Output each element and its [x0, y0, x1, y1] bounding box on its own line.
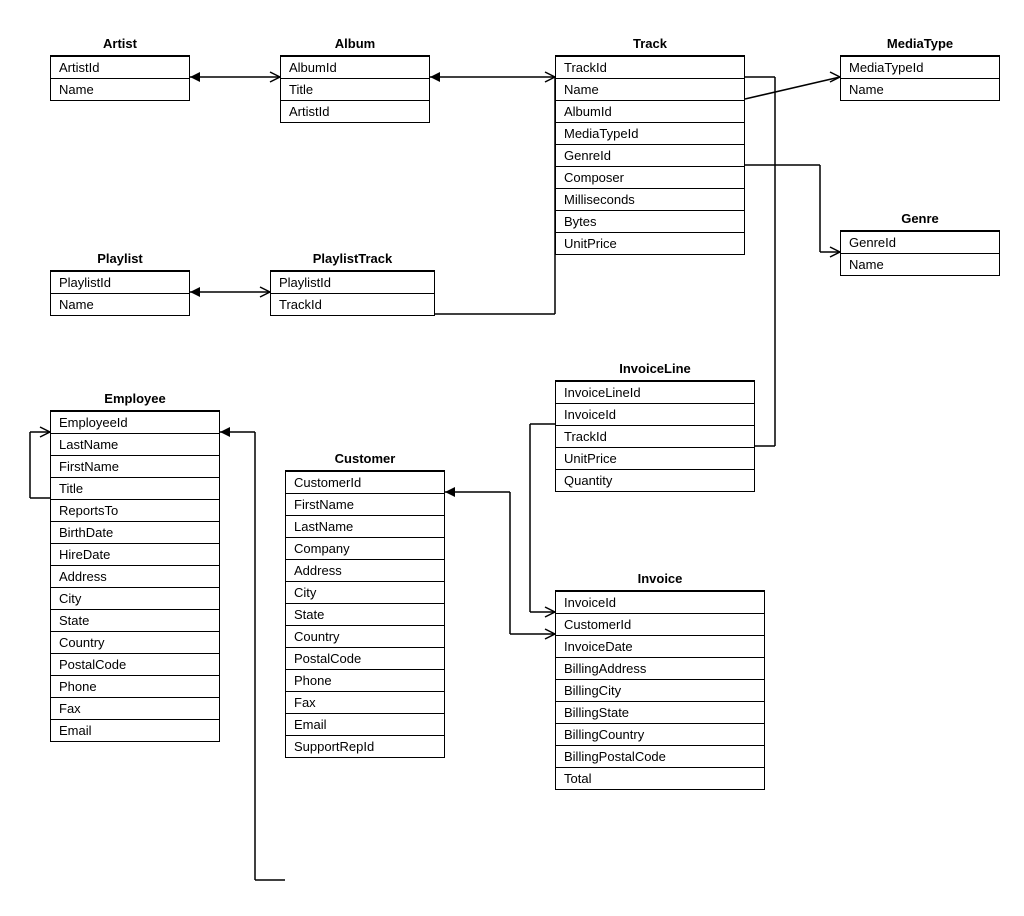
genre-field-name: Name	[841, 253, 999, 275]
employee-field-city: City	[51, 587, 219, 609]
employee-field-employeeid: EmployeeId	[51, 411, 219, 433]
invoiceline-field-quantity: Quantity	[556, 469, 754, 491]
genre-field-genreid: GenreId	[841, 231, 999, 253]
employee-field-birthdate: BirthDate	[51, 521, 219, 543]
track-field-composer: Composer	[556, 166, 744, 188]
playlisttrack-field-trackid: TrackId	[271, 293, 434, 315]
track-field-mediatypeid: MediaTypeId	[556, 122, 744, 144]
album-table: Album AlbumId Title ArtistId	[280, 55, 430, 123]
mediatype-field-mediatypeid: MediaTypeId	[841, 56, 999, 78]
employee-field-state: State	[51, 609, 219, 631]
customer-field-company: Company	[286, 537, 444, 559]
employee-field-title: Title	[51, 477, 219, 499]
artist-title: Artist	[51, 34, 189, 53]
employee-title: Employee	[51, 389, 219, 408]
customer-field-supportrepid: SupportRepId	[286, 735, 444, 757]
genre-title: Genre	[841, 209, 999, 228]
employee-field-hiredate: HireDate	[51, 543, 219, 565]
invoiceline-title: InvoiceLine	[556, 359, 754, 378]
track-field-trackid: TrackId	[556, 56, 744, 78]
invoiceline-field-invoicelineid: InvoiceLineId	[556, 381, 754, 403]
employee-field-firstname: FirstName	[51, 455, 219, 477]
customer-field-fax: Fax	[286, 691, 444, 713]
invoiceline-field-invoiceid: InvoiceId	[556, 403, 754, 425]
playlist-field-name: Name	[51, 293, 189, 315]
album-field-albumid: AlbumId	[281, 56, 429, 78]
invoice-field-billingpostalcode: BillingPostalCode	[556, 745, 764, 767]
artist-field-name: Name	[51, 78, 189, 100]
invoice-field-billingstate: BillingState	[556, 701, 764, 723]
customer-field-firstname: FirstName	[286, 493, 444, 515]
customer-field-state: State	[286, 603, 444, 625]
artist-table: Artist ArtistId Name	[50, 55, 190, 101]
mediatype-title: MediaType	[841, 34, 999, 53]
genre-table: Genre GenreId Name	[840, 230, 1000, 276]
playlist-title: Playlist	[51, 249, 189, 268]
track-field-milliseconds: Milliseconds	[556, 188, 744, 210]
track-table: Track TrackId Name AlbumId MediaTypeId G…	[555, 55, 745, 255]
invoice-field-customerid: CustomerId	[556, 613, 764, 635]
erd-diagram: Artist ArtistId Name Album AlbumId Title…	[0, 0, 1024, 916]
customer-field-country: Country	[286, 625, 444, 647]
invoice-title: Invoice	[556, 569, 764, 588]
invoice-field-total: Total	[556, 767, 764, 789]
mediatype-field-name: Name	[841, 78, 999, 100]
invoice-table: Invoice InvoiceId CustomerId InvoiceDate…	[555, 590, 765, 790]
invoice-field-billingcountry: BillingCountry	[556, 723, 764, 745]
playlisttrack-title: PlaylistTrack	[271, 249, 434, 268]
employee-field-email: Email	[51, 719, 219, 741]
playlisttrack-field-playlistid: PlaylistId	[271, 271, 434, 293]
invoiceline-table: InvoiceLine InvoiceLineId InvoiceId Trac…	[555, 380, 755, 492]
customer-field-address: Address	[286, 559, 444, 581]
employee-field-postalcode: PostalCode	[51, 653, 219, 675]
employee-field-address: Address	[51, 565, 219, 587]
track-field-name: Name	[556, 78, 744, 100]
employee-field-reportsto: ReportsTo	[51, 499, 219, 521]
artist-field-artistid: ArtistId	[51, 56, 189, 78]
employee-table: Employee EmployeeId LastName FirstName T…	[50, 410, 220, 742]
playlist-table: Playlist PlaylistId Name	[50, 270, 190, 316]
track-title: Track	[556, 34, 744, 53]
album-title: Album	[281, 34, 429, 53]
invoiceline-field-unitprice: UnitPrice	[556, 447, 754, 469]
customer-field-email: Email	[286, 713, 444, 735]
invoice-field-invoiceid: InvoiceId	[556, 591, 764, 613]
invoice-field-billingaddress: BillingAddress	[556, 657, 764, 679]
customer-title: Customer	[286, 449, 444, 468]
track-field-albumid: AlbumId	[556, 100, 744, 122]
customer-field-city: City	[286, 581, 444, 603]
customer-field-customerid: CustomerId	[286, 471, 444, 493]
customer-field-postalcode: PostalCode	[286, 647, 444, 669]
employee-field-fax: Fax	[51, 697, 219, 719]
customer-field-lastname: LastName	[286, 515, 444, 537]
employee-field-country: Country	[51, 631, 219, 653]
customer-field-phone: Phone	[286, 669, 444, 691]
album-field-artistid: ArtistId	[281, 100, 429, 122]
playlisttrack-table: PlaylistTrack PlaylistId TrackId	[270, 270, 435, 316]
employee-field-phone: Phone	[51, 675, 219, 697]
track-field-unitprice: UnitPrice	[556, 232, 744, 254]
invoice-field-invoicedate: InvoiceDate	[556, 635, 764, 657]
mediatype-table: MediaType MediaTypeId Name	[840, 55, 1000, 101]
album-field-title: Title	[281, 78, 429, 100]
invoiceline-field-trackid: TrackId	[556, 425, 754, 447]
track-field-bytes: Bytes	[556, 210, 744, 232]
customer-table: Customer CustomerId FirstName LastName C…	[285, 470, 445, 758]
playlist-field-playlistid: PlaylistId	[51, 271, 189, 293]
track-field-genreid: GenreId	[556, 144, 744, 166]
invoice-field-billingcity: BillingCity	[556, 679, 764, 701]
employee-field-lastname: LastName	[51, 433, 219, 455]
